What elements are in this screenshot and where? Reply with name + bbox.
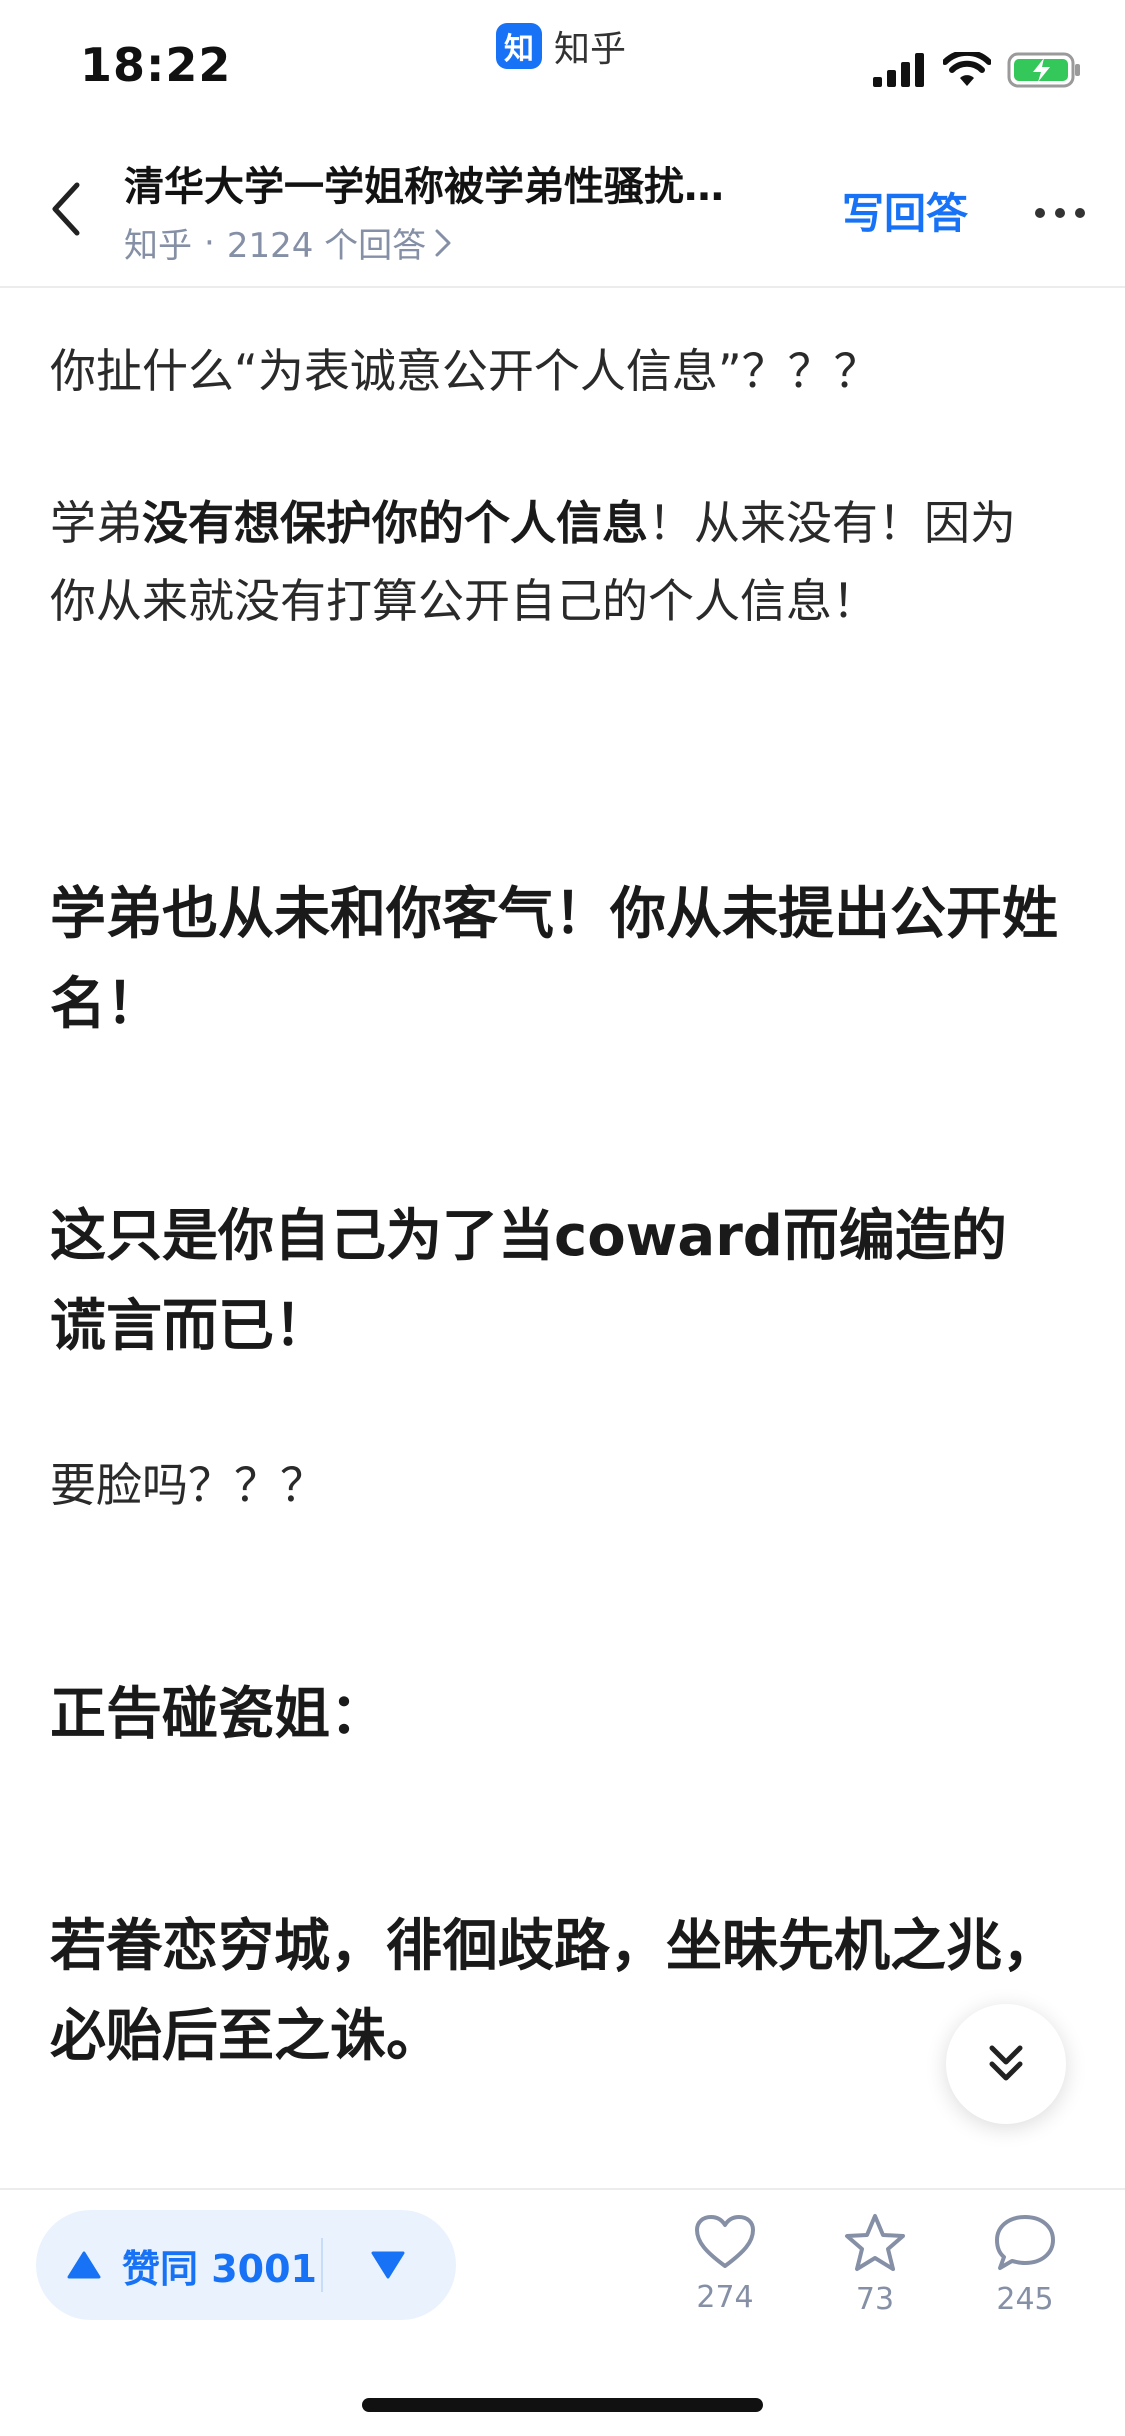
zhihu-app-icon: 知 [496, 23, 542, 69]
paragraph-3: 学弟也从未和你客气！你从未提出公开姓名！ [50, 870, 1060, 1050]
paragraph-2-text-a: 学弟 [50, 496, 142, 550]
paragraph-6: 正告碰瓷姐： [50, 1670, 1060, 1760]
status-icons [873, 50, 1081, 90]
paragraph-3-text: 学弟也从未和你客气！你从未提出公开姓名！ [50, 882, 1058, 1037]
status-app-name: 知乎 [554, 29, 627, 70]
answer-count: 2124 个回答 [226, 226, 427, 266]
paragraph-1-text: 你扯什么“为表诚意公开个人信息”？？？ [50, 344, 880, 398]
home-indicator[interactable] [362, 2398, 763, 2412]
like-count: 274 [696, 2280, 754, 2315]
write-answer-button[interactable]: 写回答 [842, 180, 968, 241]
comment-count: 245 [996, 2282, 1054, 2317]
paragraph-5-text: 要脸吗？？？ [50, 1458, 326, 1512]
paragraph-4: 这只是你自己为了当coward而编造的谎言而已！ [50, 1192, 1060, 1372]
status-time: 18:22 [80, 38, 232, 92]
question-meta[interactable]: 知乎 · 2124 个回答 [124, 218, 452, 267]
heart-icon [695, 2215, 755, 2268]
favorite-button[interactable]: 73 [820, 2212, 930, 2317]
paragraph-5: 要脸吗？？？ [50, 1446, 1060, 1524]
triangle-up-icon [67, 2251, 101, 2279]
paragraph-7: 若眷恋穷城，徘徊歧路，坐昧先机之兆，必贻后至之诛。 [50, 1902, 1060, 2082]
battery-charging-icon [1007, 52, 1080, 88]
triangle-down-icon [371, 2251, 405, 2279]
status-bar: 18:22 知 知乎 [0, 0, 1125, 130]
double-chevron-down-icon [989, 2045, 1023, 2081]
back-button[interactable] [40, 175, 92, 243]
comment-icon [995, 2215, 1055, 2270]
comment-button[interactable]: 245 [970, 2212, 1080, 2317]
question-title[interactable]: 清华大学一学姐称被学弟性骚扰… [124, 154, 824, 212]
star-icon [845, 2214, 905, 2271]
wifi-icon [943, 52, 991, 86]
like-button[interactable]: 274 [670, 2212, 780, 2315]
paragraph-2: 学弟没有想保护你的个人信息！从来没有！因为你从来就没有打算公开自己的个人信息！ [50, 484, 1060, 640]
next-answer-button[interactable] [946, 2004, 1066, 2124]
paragraph-1: 你扯什么“为表诚意公开个人信息”？？？ [50, 332, 1060, 410]
back-arrow-icon [52, 182, 80, 236]
vote-pill: 赞同 3001 [36, 2210, 456, 2320]
paragraph-2-text-emphasis: 没有想保护你的个人信息 [142, 496, 648, 550]
chevron-right-icon [434, 228, 452, 258]
paragraph-7-text: 若眷恋穷城，徘徊歧路，坐昧先机之兆，必贻后至之诛。 [50, 1914, 1058, 2069]
upvote-button[interactable]: 赞同 3001 [36, 2210, 321, 2320]
status-app-indicator: 知 知乎 [496, 22, 626, 70]
signal-icon [873, 53, 924, 87]
downvote-button[interactable] [323, 2210, 453, 2320]
question-header: 清华大学一学姐称被学弟性骚扰… 知乎 · 2124 个回答 写回答 [0, 130, 1125, 288]
paragraph-6-text: 正告碰瓷姐： [50, 1682, 386, 1747]
favorite-count: 73 [855, 2282, 895, 2317]
paragraph-4-text: 这只是你自己为了当coward而编造的谎言而已！ [50, 1204, 1007, 1359]
more-icon[interactable] [1035, 208, 1085, 218]
bottom-action-bar: 赞同 3001 274 73 245 [0, 2188, 1125, 2436]
upvote-label: 赞同 3001 [122, 2246, 317, 2291]
source-label: 知乎 [124, 226, 192, 266]
meta-separator: · [204, 222, 215, 263]
